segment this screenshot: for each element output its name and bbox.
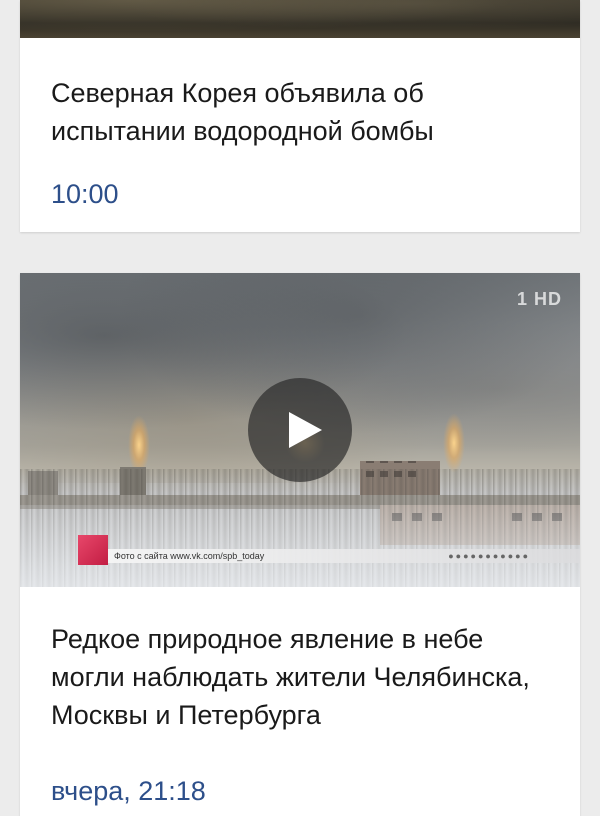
video-caption: Фото с сайта www.vk.com/spb_today (114, 551, 265, 561)
news-feed: Северная Корея объявила об испытании вод… (0, 0, 600, 816)
news-title[interactable]: Редкое природное явление в небе могли на… (51, 620, 561, 734)
news-time: 10:00 (51, 179, 119, 209)
news-time: вчера, 21:18 (51, 776, 206, 806)
news-title[interactable]: Северная Корея объявила об испытании вод… (51, 74, 561, 150)
thumbnail-image-detail (20, 0, 580, 38)
play-icon (289, 412, 322, 448)
news-card[interactable]: Северная Корея объявила об испытании вод… (20, 0, 580, 232)
video-caption-bar: Фото с сайта www.vk.com/spb_today ●●●●●●… (78, 535, 580, 565)
caption-accent (78, 535, 108, 565)
video-player[interactable]: 1 HD Фото с сайта www.vk.com/spb_today ●… (20, 273, 580, 587)
play-button[interactable] (248, 378, 352, 482)
news-card[interactable]: 1 HD Фото с сайта www.vk.com/spb_today ●… (20, 273, 580, 816)
caption-dots: ●●●●●●●●●●● (448, 551, 530, 561)
news-thumbnail[interactable] (20, 0, 580, 38)
channel-logo: 1 HD (516, 289, 562, 309)
